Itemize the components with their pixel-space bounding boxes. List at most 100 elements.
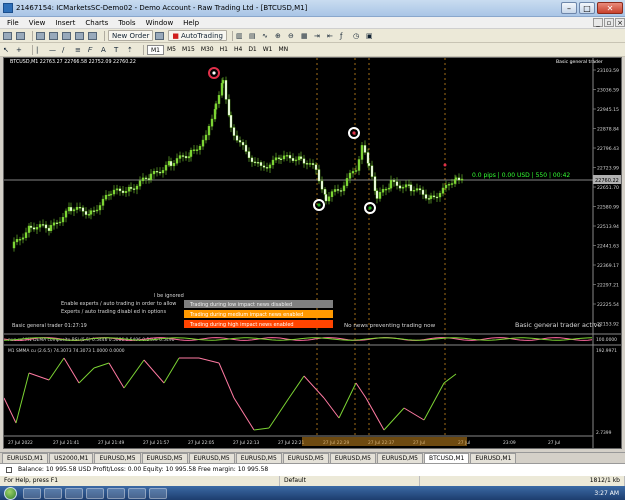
terminal-icon[interactable] [75,30,86,41]
data-window-icon[interactable] [49,30,60,41]
minimize-button[interactable]: – [561,2,577,14]
time-tick-label: 27 Jul 2022 [8,440,33,446]
autotrading-button[interactable]: ■ AutoTrading [168,30,227,41]
app-icon [3,3,13,13]
periods-icon[interactable]: ◷ [353,30,364,41]
channel-icon[interactable]: ≡ [75,44,86,55]
trendline-icon[interactable]: / [62,44,73,55]
chart-shift-icon[interactable]: ⇤ [327,30,338,41]
zoom-in-icon[interactable]: ⊕ [275,30,286,41]
taskbar-app-button[interactable] [65,487,83,499]
fibonacci-icon[interactable]: 𝐹 [88,44,99,55]
menu-window[interactable]: Window [141,19,179,27]
ignored-note: l be ignored [154,293,184,299]
taskbar-clock: 3:27 AM [594,489,619,497]
menu-tools[interactable]: Tools [113,19,140,27]
strategy-tester-icon[interactable] [88,30,99,41]
chart-tabs: EURUSD,M1 US2000,M1 EURUSD,M5 EURUSD,M5 … [0,452,625,463]
new-chart-icon[interactable] [3,30,14,41]
mdi-close-button[interactable]: × [615,18,625,27]
vertical-line-icon[interactable]: | [36,44,47,55]
chart-tab[interactable]: EURUSD,M5 [376,453,423,463]
menu-file[interactable]: File [2,19,24,27]
smma-indicator-label: M1 SMMA cu (2.6.5) 74.3073 74.3073 1.000… [8,348,125,354]
chart-tab[interactable]: EURUSD,M5 [94,453,141,463]
taskbar-app-button[interactable] [44,487,62,499]
time-tick-label: 27 Jul 22:05 [188,440,215,446]
taskbar-app-button[interactable] [86,487,104,499]
start-button[interactable] [4,486,17,500]
crosshair-icon[interactable]: + [16,44,27,55]
status-profile: Default [280,476,420,486]
menu-insert[interactable]: Insert [50,19,80,27]
new-order-button[interactable]: New Order [108,30,154,41]
navigator-icon[interactable] [62,30,73,41]
tile-icon[interactable]: ▦ [301,30,312,41]
timeframe-d1[interactable]: D1 [245,45,259,55]
chart-tab[interactable]: EURUSD,M5 [235,453,282,463]
mdi-restore-button[interactable]: ▫ [604,18,614,27]
taskbar-app-button[interactable] [23,487,41,499]
autotrading-label: AutoTrading [181,31,223,40]
chart-tab[interactable]: EURUSD,M5 [282,453,329,463]
label-icon[interactable]: T [114,44,125,55]
chart-tab[interactable]: US2000,M1 [49,453,94,463]
line-chart-icon[interactable]: ∿ [262,30,273,41]
taskbar-app-button[interactable] [107,487,125,499]
market-watch-icon[interactable] [36,30,47,41]
timeframe-m5[interactable]: M5 [164,45,179,55]
account-summary: Balance: 10 995.58 USD Profit/Loss: 0.00… [18,466,269,473]
zoom-out-icon[interactable]: ⊖ [288,30,299,41]
templates-icon[interactable]: ▣ [366,30,377,41]
timeframe-mn[interactable]: MN [276,45,292,55]
indicators-icon[interactable]: ƒ [340,30,351,41]
timeframe-m1[interactable]: M1 [147,44,164,55]
menu-view[interactable]: View [24,19,51,27]
mdi-controls: _ ▫ × [592,18,625,27]
mdi-minimize-button[interactable]: _ [593,18,603,27]
time-tick-label: 27 Jul 21:41 [53,440,80,446]
time-tick-label: 27 Jul 21:57 [143,440,170,446]
chart-tab[interactable]: EURUSD,M5 [329,453,376,463]
pips-info-label: 0.0 pips | 0.00 USD | 550 | 00:42 [472,172,570,179]
menu-help[interactable]: Help [178,19,204,27]
autoscroll-icon[interactable]: ⇥ [314,30,325,41]
metaeditor-icon[interactable] [155,30,166,41]
taskbar-app-button[interactable] [149,487,167,499]
close-button[interactable]: ✕ [597,2,623,14]
price-tick-label: 22945.15 [597,107,619,113]
timeframe-m15[interactable]: M15 [179,45,198,55]
price-axis: 23103.59 23036.59 22945.15 22878.84 22796.43… [593,68,619,328]
time-tick-label: 27 Jul 21:49 [98,440,125,446]
timeframe-m30[interactable]: M30 [198,45,217,55]
arrows-icon[interactable]: ⇡ [127,44,138,55]
price-tick-label: 22513.94 [597,224,619,230]
cursor-icon[interactable]: ↖ [3,44,14,55]
news-medium-label: Trading during medium impact news enable… [189,312,303,318]
horizontal-line-icon[interactable]: — [49,44,60,55]
chart-tab[interactable]: EURUSD,M5 [188,453,235,463]
maximize-button[interactable]: □ [579,2,595,14]
timeframe-h4[interactable]: H4 [231,45,245,55]
candles-icon[interactable]: ▤ [249,30,260,41]
smma-oscillator [4,357,457,431]
price-tick-label: 23036.59 [597,88,619,94]
chart-tab[interactable]: EURUSD,M5 [141,453,188,463]
price-tick-label: 22225.54 [597,302,619,308]
chart-canvas: 23103.59 23036.59 22945.15 22878.84 22796.43… [4,58,621,448]
text-icon[interactable]: A [101,44,112,55]
timeframe-h1[interactable]: H1 [217,45,231,55]
chart-window[interactable]: 23103.59 23036.59 22945.15 22878.84 22796.43… [3,57,622,449]
status-bar: For Help, press F1 Default 1812/1 kb [0,476,625,486]
autotrading-icon: ■ [172,31,180,40]
chart-tab[interactable]: EURUSD,M1 [2,453,49,463]
profiles-icon[interactable] [16,30,27,41]
chart-tab[interactable]: EURUSD,M1 [470,453,517,463]
price-tick-label: 22796.43 [597,146,619,152]
menu-charts[interactable]: Charts [80,19,113,27]
timeframe-w1[interactable]: W1 [260,45,276,55]
bar-chart-icon[interactable]: ▥ [236,30,247,41]
taskbar-app-button[interactable] [128,487,146,499]
terminal-trade-panel: Balance: 10 995.58 USD Profit/Loss: 0.00… [0,463,625,476]
chart-tab-active[interactable]: BTCUSD,M1 [424,453,470,463]
